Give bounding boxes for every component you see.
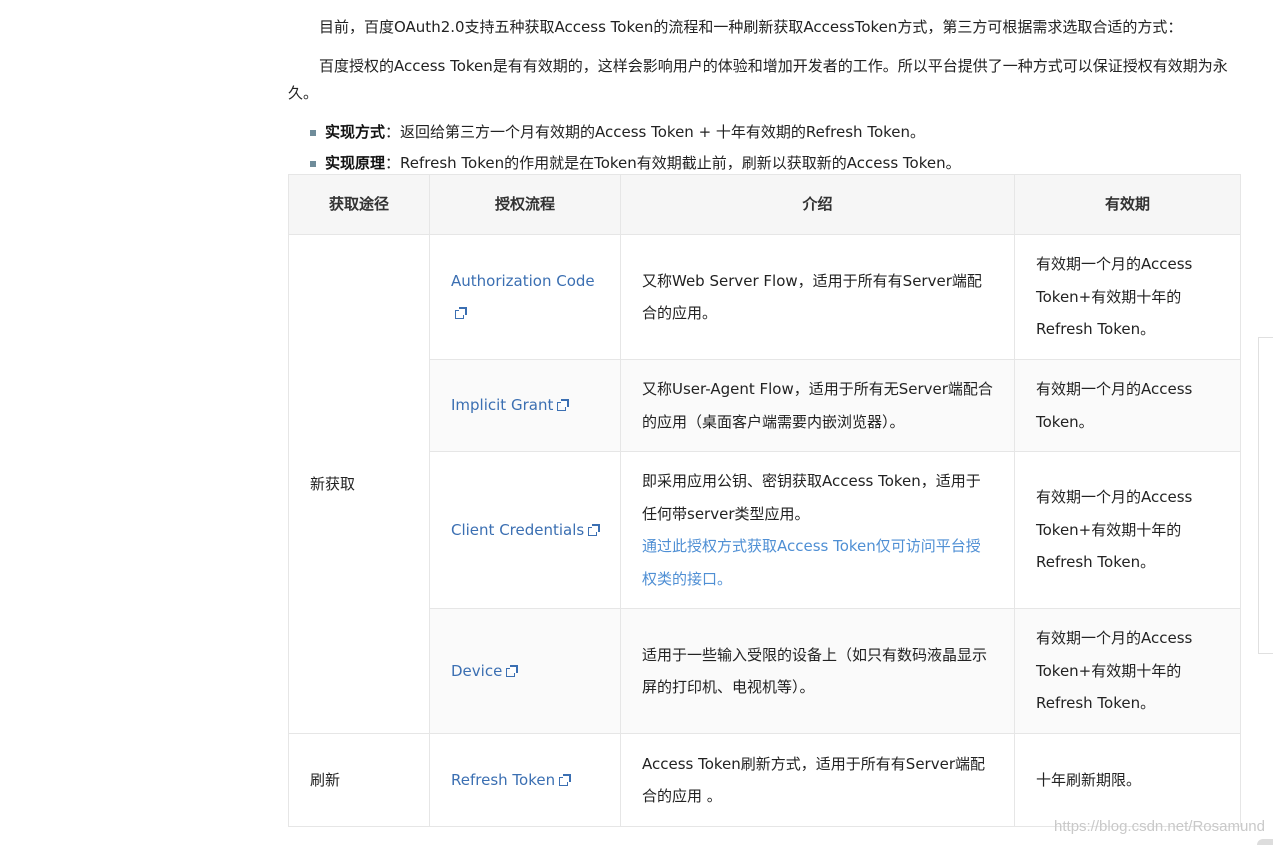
intro-paragraph-1: 目前，百度OAuth2.0支持五种获取Access Token的流程和一种刷新获… bbox=[319, 18, 1183, 36]
header-intro: 介绍 bbox=[620, 174, 1015, 235]
bullet-item-method: 实现方式：返回给第三方一个月有效期的Access Token + 十年有效期的R… bbox=[310, 117, 1240, 148]
intro-cell: 又称User-Agent Flow，适用于所有无Server端配合的应用（桌面客… bbox=[620, 359, 1015, 452]
floating-panel-edge bbox=[1258, 337, 1273, 654]
oauth-flow-table: 获取途径 授权流程 介绍 有效期 新获取 Authorization Code … bbox=[288, 174, 1241, 827]
external-link-icon bbox=[557, 399, 570, 412]
client-credentials-note: 通过此授权方式获取Access Token仅可访问平台授权类的接口。 bbox=[642, 537, 981, 588]
group-cell-new: 新获取 bbox=[288, 234, 430, 734]
table-row: Client Credentials 即采用应用公钥、密钥获取Access To… bbox=[289, 451, 1241, 609]
flow-link-authorization-code[interactable]: Authorization Code bbox=[451, 272, 595, 323]
flow-link-text: Client Credentials bbox=[451, 520, 585, 539]
external-link-icon bbox=[559, 773, 572, 786]
validity-cell: 有效期一个月的Access Token。 bbox=[1014, 359, 1241, 452]
validity-cell: 十年刷新期限。 bbox=[1014, 733, 1241, 827]
flow-link-device[interactable]: Device bbox=[451, 661, 519, 680]
group-cell-refresh: 刷新 bbox=[288, 733, 430, 827]
bullet-text: ：Refresh Token的作用就是在Token有效期截止前，刷新以获取新的A… bbox=[385, 154, 961, 172]
square-bullet-icon bbox=[310, 130, 316, 136]
table-row: 新获取 Authorization Code 又称Web Server Flow… bbox=[288, 234, 1241, 734]
intro-cell: 适用于一些输入受限的设备上（如只有数码液晶显示屏的打印机、电视机等）。 bbox=[620, 608, 1015, 734]
flow-link-text: Authorization Code bbox=[451, 271, 595, 290]
table-row: 刷新 Refresh Token Access Token刷新方式，适用于所有有… bbox=[288, 733, 1241, 827]
flow-cell: Device bbox=[429, 608, 621, 734]
watermark: https://blog.csdn.net/Rosamund bbox=[1054, 818, 1265, 835]
header-source: 获取途径 bbox=[288, 174, 430, 235]
bullet-label: 实现方式 bbox=[325, 123, 386, 141]
scroll-corner bbox=[1257, 839, 1273, 845]
intro-cell: 即采用应用公钥、密钥获取Access Token，适用于任何带server类型应… bbox=[620, 451, 1015, 609]
flow-cell: Client Credentials bbox=[429, 451, 621, 609]
flow-link-text: Refresh Token bbox=[451, 770, 556, 789]
intro-cell: 又称Web Server Flow，适用于所有有Server端配合的应用。 bbox=[620, 234, 1015, 360]
flow-link-text: Implicit Grant bbox=[451, 396, 554, 415]
flow-cell: Implicit Grant bbox=[429, 359, 621, 452]
intro-cell: Access Token刷新方式，适用于所有有Server端配合的应用 。 bbox=[620, 733, 1015, 827]
flow-link-implicit-grant[interactable]: Implicit Grant bbox=[451, 396, 570, 415]
flow-cell: Authorization Code bbox=[429, 234, 621, 360]
table-header-row: 获取途径 授权流程 介绍 有效期 bbox=[288, 174, 1241, 235]
flow-link-refresh-token[interactable]: Refresh Token bbox=[451, 770, 572, 789]
table-row: Implicit Grant 又称User-Agent Flow，适用于所有无S… bbox=[289, 359, 1241, 452]
flow-link-text: Device bbox=[451, 661, 503, 680]
header-validity: 有效期 bbox=[1014, 174, 1241, 235]
external-link-icon bbox=[506, 664, 519, 677]
external-link-icon bbox=[455, 307, 467, 319]
table-row: Device 适用于一些输入受限的设备上（如只有数码液晶显示屏的打印机、电视机等… bbox=[289, 608, 1241, 734]
flow-link-client-credentials[interactable]: Client Credentials bbox=[451, 520, 601, 539]
intro-text: 即采用应用公钥、密钥获取Access Token，适用于任何带server类型应… bbox=[642, 472, 981, 523]
square-bullet-icon bbox=[310, 161, 316, 167]
intro-paragraph-2: 百度授权的Access Token是有有效期的，这样会影响用户的体验和增加开发者… bbox=[288, 57, 1228, 102]
validity-cell: 有效期一个月的Access Token+有效期十年的Refresh Token。 bbox=[1014, 451, 1241, 609]
validity-cell: 有效期一个月的Access Token+有效期十年的Refresh Token。 bbox=[1014, 608, 1241, 734]
article-content: 目前，百度OAuth2.0支持五种获取Access Token的流程和一种刷新获… bbox=[288, 0, 1240, 179]
external-link-icon bbox=[588, 523, 601, 536]
header-flow: 授权流程 bbox=[429, 174, 621, 235]
bullet-list: 实现方式：返回给第三方一个月有效期的Access Token + 十年有效期的R… bbox=[288, 117, 1240, 179]
bullet-text: ：返回给第三方一个月有效期的Access Token + 十年有效期的Refre… bbox=[385, 123, 926, 141]
bullet-label: 实现原理 bbox=[325, 154, 386, 172]
flow-cell: Refresh Token bbox=[429, 733, 621, 827]
validity-cell: 有效期一个月的Access Token+有效期十年的Refresh Token。 bbox=[1014, 234, 1241, 360]
